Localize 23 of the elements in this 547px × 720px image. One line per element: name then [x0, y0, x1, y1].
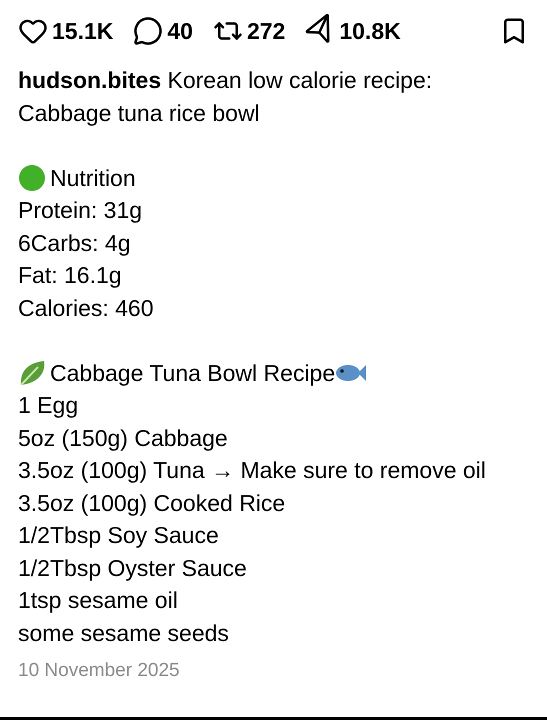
section-heading: Cabbage Tuna Bowl Recipe	[50, 358, 336, 388]
caption-line: Calories: 460	[18, 294, 155, 322]
count-text: 272	[246, 16, 286, 46]
count-text: 15.1K	[52, 16, 114, 46]
caption-line: 1/2Tbsp Oyster Sauce	[18, 554, 248, 583]
caption-line: 1tsp sesame oil	[18, 586, 179, 615]
caption-text: hudson.bites Korean low calorie recipe: Cabbage tuna rice bowl	[18, 66, 434, 128]
caption-line: 3.5oz (100g) Tuna → Make sure to remove oil	[18, 456, 487, 485]
caption-line: 1/2Tbsp Soy Sauce	[18, 521, 220, 550]
caption-line: 1 Egg	[18, 391, 80, 420]
section-heading: Nutrition	[50, 164, 136, 192]
caption-line: 5oz (150g) Cabbage	[18, 424, 229, 453]
username-link[interactable]: hudson.bites	[18, 67, 162, 93]
count-text: 40	[167, 16, 193, 46]
caption-line: Fat: 16.1g	[18, 261, 123, 290]
post-date: 10 November 2025	[18, 659, 181, 683]
caption-line: 6Carbs: 4g	[18, 228, 132, 258]
circle-icon	[18, 164, 46, 192]
comment-icon[interactable]	[133, 16, 164, 46]
caption-line: 3.5oz (100g) Cooked Rice	[18, 488, 286, 518]
caption-line: Protein: 31g	[18, 196, 144, 225]
count-text: 10.8K	[339, 16, 401, 46]
caption-line: some sesame seeds	[18, 618, 230, 648]
